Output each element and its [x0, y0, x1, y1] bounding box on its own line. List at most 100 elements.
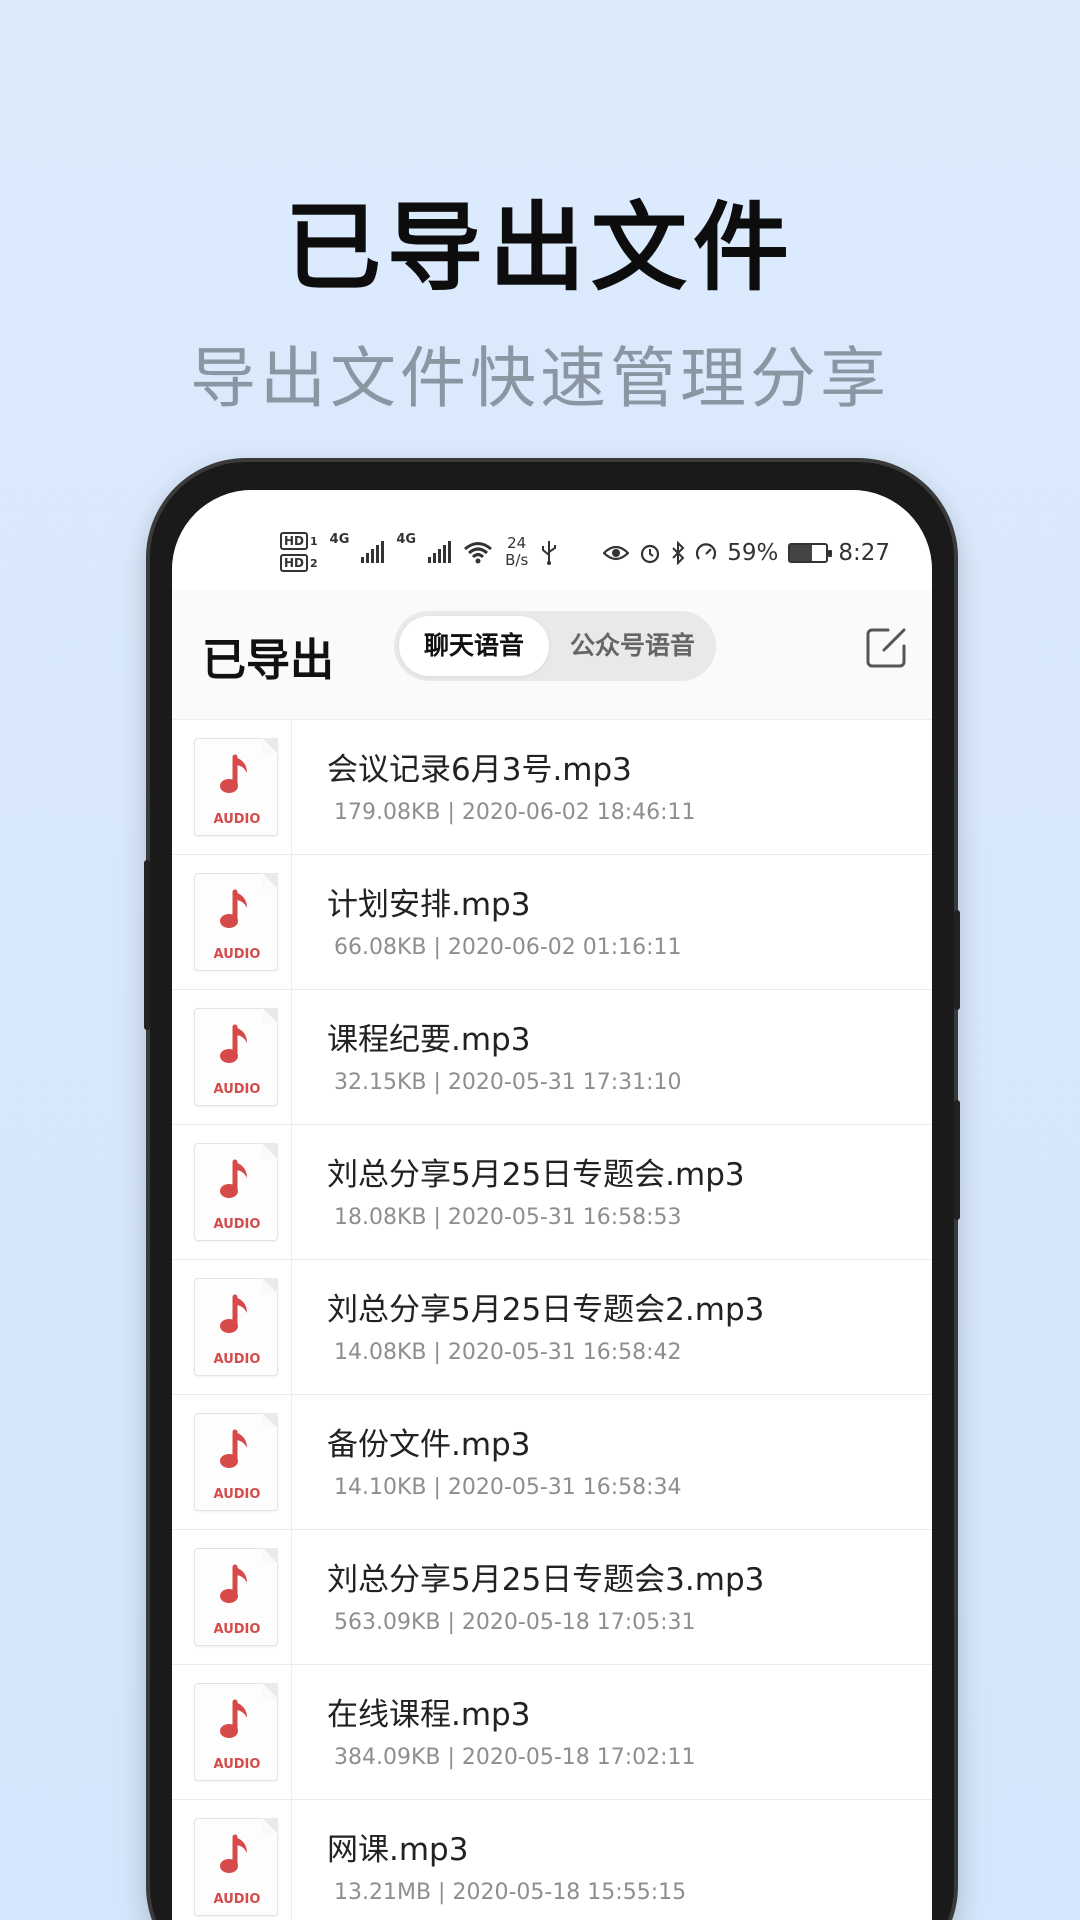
promo-subtitle: 导出文件快速管理分享: [190, 340, 890, 417]
data-saver-icon: [696, 543, 717, 560]
file-thumb-cell: AUDIO: [172, 720, 292, 855]
audio-file-icon: AUDIO: [194, 1818, 278, 1916]
file-row[interactable]: AUDIO 刘总分享5月25日专题会3.mp3 563.09KB | 2020-05…: [172, 1530, 932, 1665]
file-meta: 13.21MB | 2020-05-18 15:55:15: [334, 1880, 687, 1905]
file-thumb-cell: AUDIO: [172, 1530, 292, 1665]
net-speed: 24 B/s: [505, 535, 528, 569]
file-type-label: AUDIO: [213, 947, 261, 962]
file-row[interactable]: AUDIO 会议记录6月3号.mp3 179.08KB | 2020-06-02 1…: [172, 720, 932, 855]
net-speed-value: 24: [507, 534, 527, 552]
status-time: 8:27: [838, 540, 890, 566]
file-name: 会议记录6月3号.mp3: [327, 752, 632, 788]
bluetooth-icon: [672, 541, 685, 565]
file-name: 备份文件.mp3: [327, 1427, 531, 1463]
status-right: 59% 8:27: [603, 540, 890, 566]
music-note-icon: [220, 1699, 247, 1738]
app-header: 已导出 聊天语音 公众号语音: [172, 590, 932, 720]
audio-file-icon: AUDIO: [194, 738, 278, 836]
file-meta: 384.09KB | 2020-05-18 17:02:11: [334, 1745, 696, 1770]
audio-file-icon: AUDIO: [194, 1008, 278, 1106]
phone-side-button: [954, 1100, 960, 1220]
file-row[interactable]: AUDIO 课程纪要.mp3 32.15KB | 2020-05-31 17:31:…: [172, 990, 932, 1125]
tab-chat-voice[interactable]: 聊天语音: [399, 616, 549, 676]
file-thumb-cell: AUDIO: [172, 1125, 292, 1260]
usb-icon: [542, 541, 557, 565]
file-meta: 14.10KB | 2020-05-31 16:58:34: [334, 1475, 682, 1500]
net-speed-unit: B/s: [505, 551, 529, 569]
file-type-label: AUDIO: [213, 1217, 261, 1232]
file-row[interactable]: AUDIO 在线课程.mp3 384.09KB | 2020-05-18 17:02…: [172, 1665, 932, 1800]
music-note-icon: [220, 1564, 247, 1603]
file-type-label: AUDIO: [213, 1757, 261, 1772]
audio-file-icon: AUDIO: [194, 1413, 278, 1511]
hd-badges: HD 1 HD 2: [280, 532, 318, 572]
edit-icon[interactable]: [864, 624, 910, 670]
file-name: 计划安排.mp3: [327, 887, 531, 923]
phone-power-button: [954, 910, 960, 1010]
file-thumb-cell: AUDIO: [172, 855, 292, 990]
file-meta: 66.08KB | 2020-06-02 01:16:11: [334, 935, 682, 960]
hd-badge-2: HD: [280, 554, 309, 572]
page-title: 已导出: [202, 635, 334, 686]
file-thumb-cell: AUDIO: [172, 1395, 292, 1530]
file-name: 刘总分享5月25日专题会2.mp3: [327, 1292, 765, 1328]
file-type-label: AUDIO: [213, 1352, 261, 1367]
file-thumb-cell: AUDIO: [172, 1260, 292, 1395]
tab-official-account-voice[interactable]: 公众号语音: [554, 616, 711, 676]
file-thumb-cell: AUDIO: [172, 1665, 292, 1800]
file-meta: 179.08KB | 2020-06-02 18:46:11: [334, 800, 696, 825]
file-name: 网课.mp3: [327, 1832, 469, 1868]
file-meta: 32.15KB | 2020-05-31 17:31:10: [334, 1070, 682, 1095]
music-note-icon: [220, 1159, 247, 1198]
music-note-icon: [220, 1429, 247, 1468]
music-note-icon: [220, 1024, 247, 1063]
file-type-label: AUDIO: [213, 1082, 261, 1097]
wifi-icon: [464, 542, 493, 564]
battery-icon: [788, 543, 833, 563]
audio-file-icon: AUDIO: [194, 1278, 278, 1376]
file-meta: 563.09KB | 2020-05-18 17:05:31: [334, 1610, 696, 1635]
music-note-icon: [220, 754, 247, 793]
file-meta: 14.08KB | 2020-05-31 16:58:42: [334, 1340, 682, 1365]
battery-fill: [790, 545, 812, 561]
file-type-label: AUDIO: [213, 1487, 261, 1502]
file-row[interactable]: AUDIO 网课.mp3 13.21MB | 2020-05-18 15:55:15: [172, 1800, 932, 1920]
alarm-icon: [641, 544, 660, 564]
promo-title: 已导出文件: [285, 192, 795, 304]
sim-2-label: 2: [310, 556, 318, 570]
audio-file-icon: AUDIO: [194, 873, 278, 971]
file-name: 在线课程.mp3: [327, 1697, 531, 1733]
phone-volume-button: [144, 860, 150, 1030]
file-name: 刘总分享5月25日专题会3.mp3: [327, 1562, 765, 1598]
file-name: 课程纪要.mp3: [327, 1022, 531, 1058]
file-type-label: AUDIO: [213, 812, 261, 827]
eye-icon: [603, 545, 630, 561]
music-note-icon: [220, 889, 247, 928]
segmented-control: 聊天语音 公众号语音: [394, 611, 716, 681]
phone-screen: HD 1 HD 2 4G 4G 24 B/s 59% 8:27 已导出 聊天语音…: [172, 490, 932, 1920]
file-name: 刘总分享5月25日专题会.mp3: [327, 1157, 745, 1193]
file-row[interactable]: AUDIO 备份文件.mp3 14.10KB | 2020-05-31 16:58:…: [172, 1395, 932, 1530]
file-meta: 18.08KB | 2020-05-31 16:58:53: [334, 1205, 682, 1230]
music-note-icon: [220, 1834, 247, 1873]
hd-badge-1: HD: [280, 532, 309, 550]
sim-1-label: 1: [310, 534, 318, 548]
signal-2-icon: [428, 541, 452, 563]
file-list: AUDIO 会议记录6月3号.mp3 179.08KB | 2020-06-02 1…: [172, 720, 932, 1920]
network-1-label: 4G: [329, 532, 350, 547]
audio-file-icon: AUDIO: [194, 1548, 278, 1646]
battery-percent: 59%: [727, 540, 779, 566]
music-note-icon: [220, 1294, 247, 1333]
signal-1-icon: [361, 541, 385, 563]
file-row[interactable]: AUDIO 刘总分享5月25日专题会2.mp3 14.08KB | 2020-05-…: [172, 1260, 932, 1395]
status-left: HD 1 HD 2 4G 4G 24 B/s: [280, 532, 558, 572]
file-row[interactable]: AUDIO 刘总分享5月25日专题会.mp3 18.08KB | 2020-05-3…: [172, 1125, 932, 1260]
file-thumb-cell: AUDIO: [172, 990, 292, 1125]
network-2-label: 4G: [396, 532, 417, 547]
status-bar: HD 1 HD 2 4G 4G 24 B/s 59% 8:27: [172, 510, 932, 590]
audio-file-icon: AUDIO: [194, 1683, 278, 1781]
file-type-label: AUDIO: [213, 1622, 261, 1637]
file-type-label: AUDIO: [213, 1892, 261, 1907]
file-row[interactable]: AUDIO 计划安排.mp3 66.08KB | 2020-06-02 01:16:…: [172, 855, 932, 990]
audio-file-icon: AUDIO: [194, 1143, 278, 1241]
